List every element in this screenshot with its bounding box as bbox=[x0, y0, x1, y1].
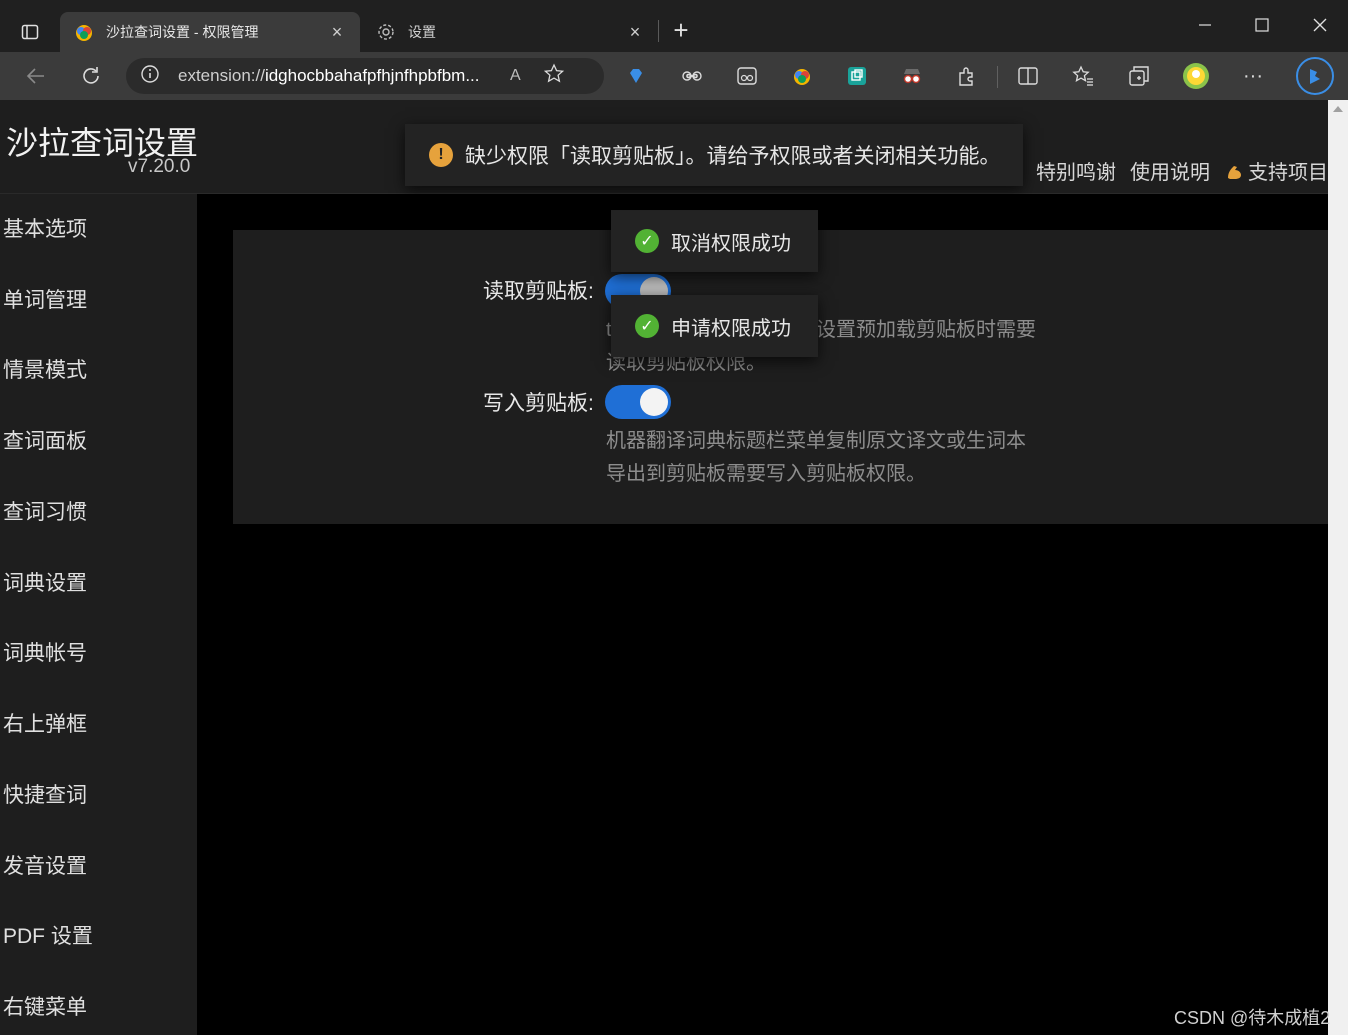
write-clipboard-label: 写入剪贴板: bbox=[483, 392, 594, 415]
scroll-up-arrow-icon[interactable] bbox=[1333, 106, 1343, 112]
profile-avatar[interactable] bbox=[1182, 62, 1210, 90]
write-clipboard-desc-line1: 机器翻译词典标题栏菜单复制原文译文或生词本 bbox=[606, 430, 1026, 452]
sidebar-item-basic[interactable]: 基本选项 bbox=[3, 215, 87, 245]
favorites-icon[interactable] bbox=[1071, 64, 1095, 88]
tab-bar: 沙拉查词设置 - 权限管理 × 设置 × + bbox=[0, 0, 1348, 52]
sidebar-item-dict-settings[interactable]: 词典设置 bbox=[3, 569, 87, 599]
sidebar-item-pronunciation[interactable]: 发音设置 bbox=[3, 852, 87, 882]
tab-settings[interactable]: 设置 × bbox=[362, 12, 658, 52]
minimize-icon[interactable] bbox=[1185, 10, 1225, 40]
toggle-knob bbox=[640, 388, 668, 416]
sidebar-item-search-habit[interactable]: 查词习惯 bbox=[3, 498, 87, 528]
page-scrollbar[interactable] bbox=[1328, 100, 1348, 1035]
maximize-icon[interactable] bbox=[1242, 10, 1282, 40]
toast-text: 申请权限成功 bbox=[671, 317, 791, 340]
sidebar-item-context-menu[interactable]: 右键菜单 bbox=[3, 993, 87, 1023]
tab-title: 设置 bbox=[408, 24, 436, 40]
permissions-panel: 读取剪贴板: t 设置预加载剪贴板时需要 读取剪贴板权限。 写入剪贴板: 机器翻… bbox=[233, 230, 1328, 524]
tab-title: 沙拉查词设置 - 权限管理 bbox=[106, 24, 259, 40]
toolbar-divider bbox=[997, 66, 998, 88]
settings-page: 沙拉查词设置 v7.20.0 特别鸣谢 使用说明 支持项目 基本选项 单词管理 … bbox=[0, 100, 1328, 1035]
close-tab-icon[interactable]: × bbox=[626, 22, 644, 42]
watermark: CSDN @待木成植2 bbox=[1174, 1008, 1331, 1028]
toast-revoke-success: ✓ 取消权限成功 bbox=[611, 210, 818, 272]
sidebar-item-quick-search[interactable]: 快捷查词 bbox=[3, 781, 87, 811]
diamond-extension-icon[interactable] bbox=[624, 64, 648, 88]
toast-grant-success: ✓ 申请权限成功 bbox=[611, 295, 818, 357]
thanks-link[interactable]: 特别鸣谢 bbox=[1036, 156, 1116, 185]
header-links: 特别鸣谢 使用说明 支持项目 bbox=[1036, 156, 1328, 185]
url-scheme: extension:// bbox=[178, 66, 265, 85]
site-info-icon[interactable] bbox=[140, 64, 160, 89]
url-text: extension://idghocbbahafpfhjnfhpbfbm... bbox=[178, 66, 498, 86]
support-label: 支持项目 bbox=[1248, 162, 1328, 184]
check-circle-icon: ✓ bbox=[635, 314, 659, 338]
saladict-extension-icon[interactable] bbox=[790, 64, 814, 88]
url-host: idghocbbahafpfhjnfhpbfbm... bbox=[264, 66, 480, 85]
infinity-extension-icon[interactable] bbox=[680, 64, 704, 88]
tab-permission-settings[interactable]: 沙拉查词设置 - 权限管理 × bbox=[60, 12, 360, 52]
gear-icon bbox=[376, 22, 396, 42]
new-tab-button[interactable]: + bbox=[668, 17, 694, 44]
more-options-icon[interactable]: ··· bbox=[1241, 64, 1265, 88]
flexed-arm-icon bbox=[1224, 160, 1246, 182]
sidebar-item-words[interactable]: 单词管理 bbox=[3, 286, 87, 316]
sidebar-item-profiles[interactable]: 情景模式 bbox=[3, 356, 87, 386]
tab-actions-icon[interactable] bbox=[12, 14, 48, 50]
read-clipboard-label: 读取剪贴板: bbox=[483, 280, 594, 303]
warning-circle-icon: ! bbox=[429, 143, 453, 167]
bing-chat-icon[interactable] bbox=[1295, 56, 1335, 96]
tab-separator bbox=[658, 20, 659, 42]
toast-text: 取消权限成功 bbox=[671, 232, 791, 255]
read-clipboard-desc-mid: 设置预加载剪贴板时需要 bbox=[816, 319, 1036, 341]
sidebar-item-dict-panel[interactable]: 查词面板 bbox=[3, 427, 87, 457]
toast-text: 缺少权限「读取剪贴板」。请给予权限或者关闭相关功能。 bbox=[465, 145, 1001, 168]
extensions-puzzle-icon[interactable] bbox=[955, 64, 979, 88]
sidebar-item-popup[interactable]: 右上弹框 bbox=[3, 710, 87, 740]
collections-icon[interactable] bbox=[1127, 64, 1151, 88]
sidebar: 基本选项 单词管理 情景模式 查词面板 查词习惯 词典设置 词典帐号 右上弹框 … bbox=[0, 194, 197, 1035]
sidebar-item-pdf[interactable]: PDF 设置 bbox=[3, 922, 93, 952]
browser-toolbar: extension://idghocbbahafpfhjnfhpbfbm... … bbox=[0, 52, 1348, 100]
saladict-icon bbox=[74, 22, 94, 42]
spy-extension-icon[interactable] bbox=[900, 64, 924, 88]
check-circle-icon: ✓ bbox=[635, 229, 659, 253]
add-favorite-icon[interactable] bbox=[543, 62, 565, 90]
write-clipboard-toggle[interactable] bbox=[605, 385, 671, 419]
write-clipboard-desc-line2: 导出到剪贴板需要写入剪贴板权限。 bbox=[606, 463, 926, 485]
back-icon[interactable] bbox=[20, 60, 52, 92]
read-aloud-icon[interactable]: A bbox=[510, 67, 521, 85]
app-version: v7.20.0 bbox=[128, 156, 191, 177]
toast-missing-permission: ! 缺少权限「读取剪贴板」。请给予权限或者关闭相关功能。 bbox=[405, 124, 1023, 186]
close-tab-icon[interactable]: × bbox=[328, 22, 346, 42]
split-screen-icon[interactable] bbox=[1016, 64, 1040, 88]
support-link[interactable]: 支持项目 bbox=[1224, 156, 1328, 185]
copy-extension-icon[interactable] bbox=[845, 64, 869, 88]
sidebar-item-dict-accounts[interactable]: 词典帐号 bbox=[3, 639, 87, 669]
address-bar[interactable]: extension://idghocbbahafpfhjnfhpbfbm... … bbox=[126, 58, 604, 94]
refresh-icon[interactable] bbox=[75, 60, 107, 92]
glasses-extension-icon[interactable] bbox=[735, 64, 759, 88]
window-close-icon[interactable] bbox=[1300, 10, 1340, 40]
instructions-link[interactable]: 使用说明 bbox=[1130, 156, 1210, 185]
